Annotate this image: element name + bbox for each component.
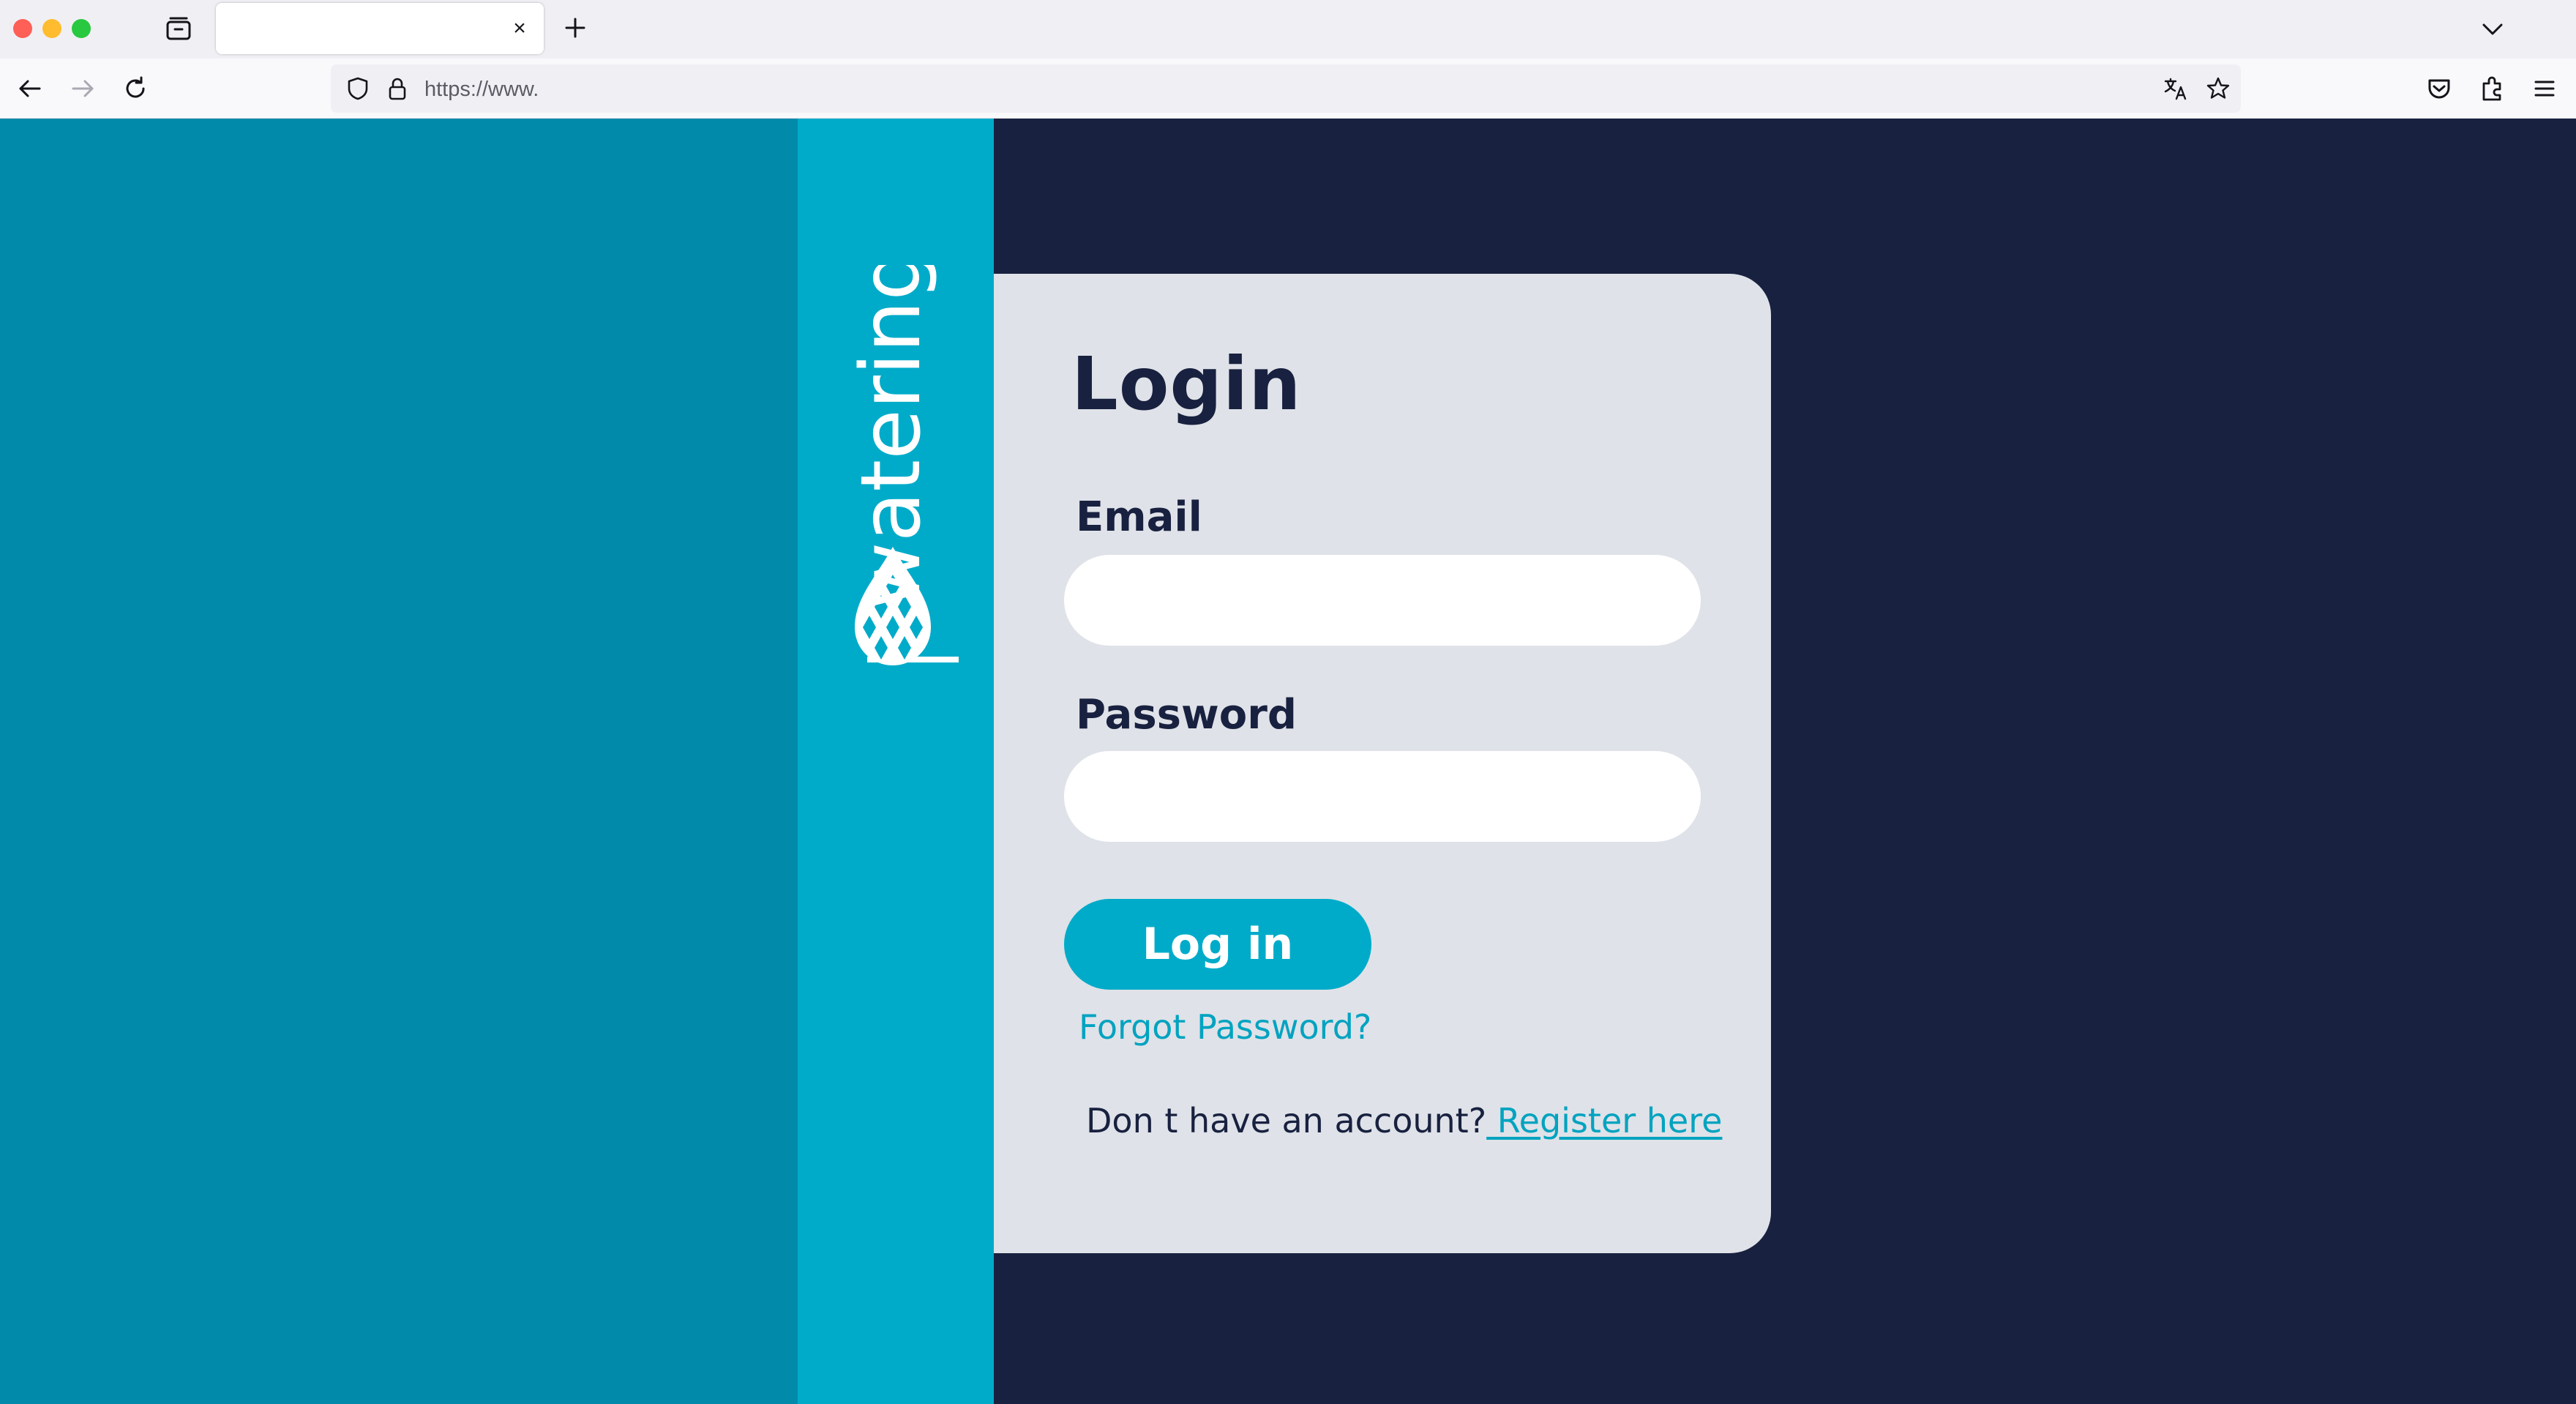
browser-tab-bar: × <box>0 0 2576 59</box>
forward-arrow-icon[interactable] <box>67 73 98 104</box>
page-title: Login <box>1071 341 1302 427</box>
page-content: watering Login Email Password Log in For… <box>0 119 2576 1404</box>
window-maximize-button[interactable] <box>72 19 91 38</box>
pocket-icon[interactable] <box>2424 73 2455 104</box>
browser-nav-bar: https://www. <box>0 59 2576 119</box>
window-close-button[interactable] <box>13 19 32 38</box>
brand-logo: watering <box>827 265 959 777</box>
back-arrow-icon[interactable] <box>15 73 45 104</box>
register-prompt: Don t have an account? <box>1086 1101 1487 1140</box>
forgot-password-link[interactable]: Forgot Password? <box>1079 1007 1371 1047</box>
extensions-icon[interactable] <box>2476 73 2507 104</box>
tabs-overview-icon[interactable] <box>165 16 192 41</box>
password-label: Password <box>1076 691 1297 739</box>
email-field[interactable] <box>1064 555 1701 646</box>
reload-icon[interactable] <box>120 73 151 104</box>
plus-icon[interactable] <box>561 13 590 42</box>
left-teal-panel <box>0 119 798 1404</box>
url-bar[interactable]: https://www. <box>331 64 2241 113</box>
email-label: Email <box>1076 493 1202 541</box>
password-field[interactable] <box>1064 751 1701 842</box>
login-button[interactable]: Log in <box>1064 899 1371 990</box>
url-text[interactable]: https://www. <box>424 78 539 102</box>
close-icon[interactable]: × <box>507 16 532 41</box>
brand-wordmark-text: watering <box>844 265 939 609</box>
register-link[interactable]: Register here <box>1486 1101 1723 1140</box>
bookmark-star-icon[interactable] <box>2204 75 2232 102</box>
brand-wordmark: watering <box>844 265 939 609</box>
register-row: Don t have an account? Register here <box>1086 1101 1722 1140</box>
hamburger-menu-icon[interactable] <box>2529 73 2560 104</box>
chevron-down-icon[interactable] <box>2478 15 2507 44</box>
browser-tab-active[interactable]: × <box>216 3 544 54</box>
translate-icon[interactable] <box>2162 75 2190 102</box>
window-minimize-button[interactable] <box>42 19 61 38</box>
login-card: Login Email Password Log in Forgot Passw… <box>994 274 1771 1253</box>
shield-icon[interactable] <box>344 75 372 102</box>
brand-strip: watering <box>798 119 994 1404</box>
lock-icon[interactable] <box>383 75 411 102</box>
